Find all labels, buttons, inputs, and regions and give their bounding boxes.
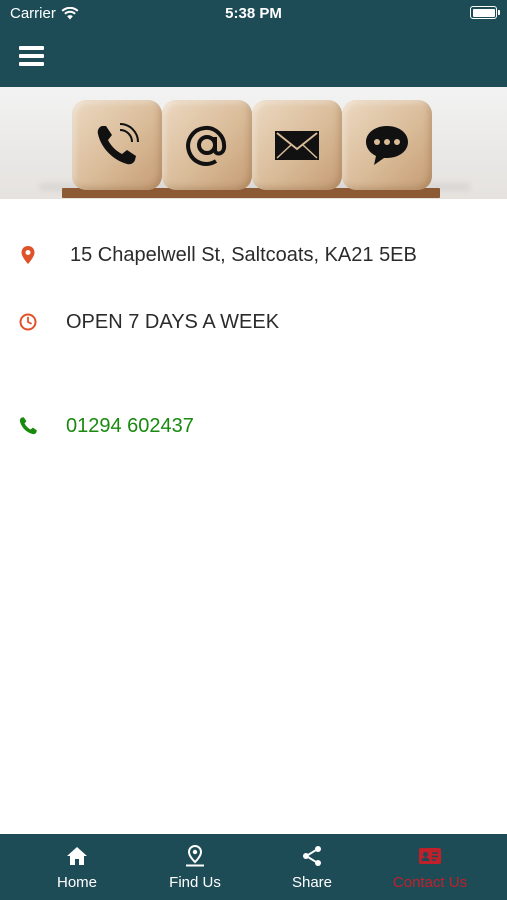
at-sign-cube [162,100,252,190]
bottom-tab-bar: Home Find Us Share Contact Us [0,834,507,900]
hamburger-menu-icon[interactable] [18,44,46,68]
home-icon [67,847,87,865]
share-icon [303,846,321,866]
location-pin-icon [21,246,35,264]
tab-home-label: Home [56,874,97,891]
battery-icon [470,6,500,19]
tab-find-us[interactable]: Find Us [136,834,254,900]
phone-icon [19,417,37,435]
tab-contact-us-label: Contact Us [392,874,468,891]
envelope-cube [252,100,342,190]
address-row: 15 Chapelwell St, Saltcoats, KA21 5EB [0,236,507,276]
map-pin-icon [186,844,204,867]
opening-hours-text: OPEN 7 DAYS A WEEK [66,311,280,333]
envelope-icon [275,131,319,160]
tab-find-us-label: Find Us [169,874,221,891]
phone-icon [97,123,139,165]
tab-share[interactable]: Share [253,834,371,900]
top-bar: Carrier 5:38 PM [0,0,507,87]
hours-row: OPEN 7 DAYS A WEEK [0,303,507,343]
status-time: 5:38 PM [225,5,282,22]
address-text: 15 Chapelwell St, Saltcoats, KA21 5EB [70,244,417,266]
contact-card-icon [419,848,441,864]
at-sign-icon [186,125,227,166]
tab-home[interactable]: Home [18,834,136,900]
chat-cube [342,100,432,190]
clock-icon [19,313,37,331]
tab-contact-us[interactable]: Contact Us [371,834,489,900]
phone-row[interactable]: 01294 602437 [0,407,507,447]
phone-number-link[interactable]: 01294 602437 [66,415,194,438]
chat-bubble-icon [366,126,408,165]
tab-share-label: Share [291,874,333,891]
contact-banner-image [0,87,507,199]
phone-cube [72,100,162,190]
